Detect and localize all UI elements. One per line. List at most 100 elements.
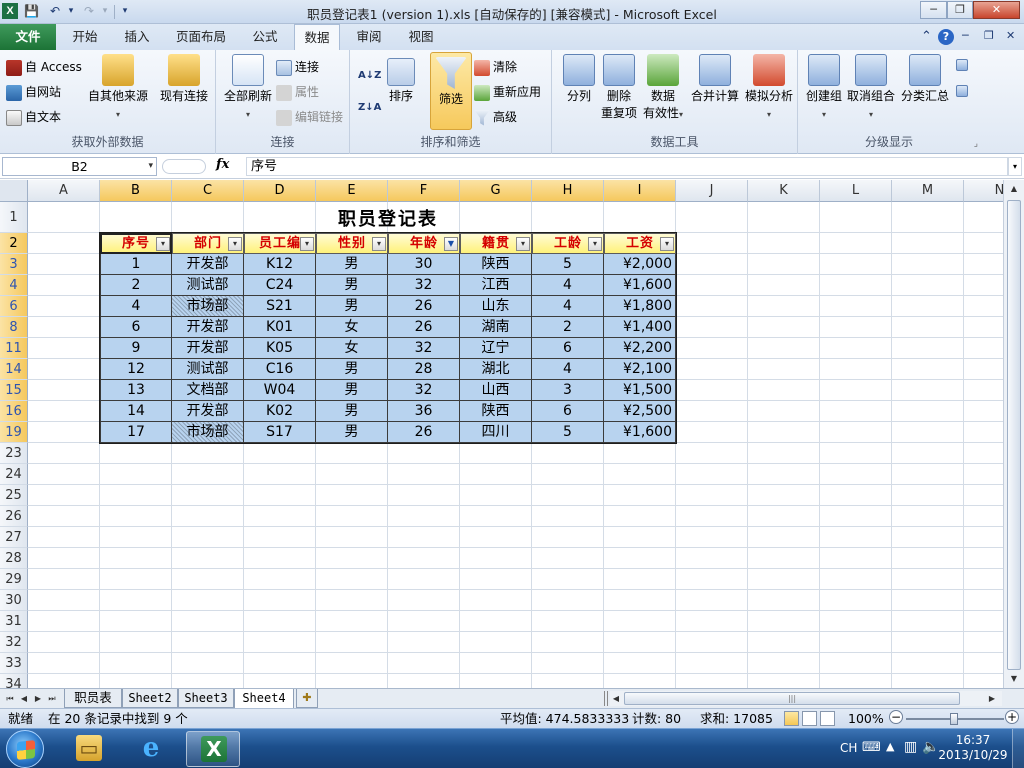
table-cell-age[interactable]: 36 — [388, 401, 460, 422]
vertical-scroll-thumb[interactable] — [1007, 200, 1021, 670]
table-cell-salary[interactable]: ¥2,100 — [604, 359, 676, 380]
filter-dropdown-icon[interactable]: ▾ — [660, 237, 674, 251]
tab-page-layout[interactable]: 页面布局 — [168, 24, 234, 50]
page-layout-view-icon[interactable] — [802, 711, 817, 726]
row-header-29[interactable]: 29 — [0, 569, 28, 590]
table-cell-seniority[interactable]: 4 — [532, 359, 604, 380]
scroll-down-icon[interactable]: ▼ — [1007, 672, 1021, 686]
table-cell-emp-id[interactable]: S21 — [244, 296, 316, 317]
zoom-out-icon[interactable]: − — [889, 710, 903, 724]
scroll-up-icon[interactable]: ▲ — [1007, 182, 1021, 196]
normal-view-icon[interactable] — [784, 711, 799, 726]
row-header-8[interactable]: 8 — [0, 317, 28, 338]
remove-duplicates-button[interactable]: 删除 重复项 — [598, 54, 640, 122]
row-header-26[interactable]: 26 — [0, 506, 28, 527]
column-header-g[interactable]: G — [460, 180, 532, 202]
table-cell-seniority[interactable]: 4 — [532, 296, 604, 317]
column-header-i[interactable]: I — [604, 180, 676, 202]
sort-ascending-button[interactable]: A↓Z — [358, 66, 381, 86]
row-header-33[interactable]: 33 — [0, 653, 28, 674]
table-cell-gender[interactable]: 男 — [316, 359, 388, 380]
connections-button[interactable]: 连接 — [276, 57, 319, 77]
column-header-j[interactable]: J — [676, 180, 748, 202]
row-header-27[interactable]: 27 — [0, 527, 28, 548]
header-cell-seq[interactable]: 序号 ▾ — [100, 233, 172, 254]
header-cell-dept[interactable]: 部门 ▾ — [172, 233, 244, 254]
table-cell-hometown[interactable]: 江西 — [460, 275, 532, 296]
header-cell-salary[interactable]: 工资 ▾ — [604, 233, 676, 254]
tab-insert[interactable]: 插入 — [114, 24, 160, 50]
vertical-scrollbar[interactable]: ▲ ▼ — [1003, 180, 1024, 688]
sort-descending-button[interactable]: Z↓A — [358, 98, 381, 118]
table-cell-seq[interactable]: 9 — [100, 338, 172, 359]
sheet-tab-sheet4[interactable]: Sheet4 — [234, 689, 294, 709]
table-cell-emp-id[interactable]: S17 — [244, 422, 316, 443]
table-cell-gender[interactable]: 男 — [316, 401, 388, 422]
scroll-left-icon[interactable]: ◀ — [610, 691, 622, 706]
refresh-all-button[interactable]: 全部刷新 ▾ — [222, 54, 274, 123]
row-header-2[interactable]: 2 — [0, 233, 28, 254]
table-cell-gender[interactable]: 男 — [316, 296, 388, 317]
table-cell-hometown[interactable]: 山西 — [460, 380, 532, 401]
tab-home[interactable]: 开始 — [62, 24, 108, 50]
header-cell-age[interactable]: 年龄 ▼ — [388, 233, 460, 254]
row-header-30[interactable]: 30 — [0, 590, 28, 611]
table-cell-gender[interactable]: 男 — [316, 254, 388, 275]
tab-file[interactable]: 文件 — [0, 24, 56, 50]
table-cell-emp-id[interactable]: K02 — [244, 401, 316, 422]
zoom-slider-knob[interactable] — [950, 713, 958, 725]
existing-connections-button[interactable]: 现有连接 — [158, 54, 210, 105]
network-icon[interactable]: ▥ — [904, 739, 917, 755]
ribbon-collapse-icon[interactable]: ⌃ — [921, 29, 932, 44]
table-cell-hometown[interactable]: 湖北 — [460, 359, 532, 380]
show-desktop-button[interactable] — [1012, 729, 1024, 768]
table-cell-hometown[interactable]: 辽宁 — [460, 338, 532, 359]
restore-button[interactable]: ❐ — [947, 1, 973, 19]
hide-detail-icon[interactable] — [956, 80, 971, 100]
from-web-button[interactable]: 自网站 — [6, 82, 61, 102]
column-header-h[interactable]: H — [532, 180, 604, 202]
table-cell-hometown[interactable]: 陕西 — [460, 254, 532, 275]
from-text-button[interactable]: 自文本 — [6, 107, 61, 127]
prev-sheet-icon[interactable]: ◀ — [18, 691, 30, 707]
table-cell-seniority[interactable]: 2 — [532, 317, 604, 338]
row-header-16[interactable]: 16 — [0, 401, 28, 422]
column-header-e[interactable]: E — [316, 180, 388, 202]
zoom-level[interactable]: 100% — [848, 709, 884, 728]
row-header-14[interactable]: 14 — [0, 359, 28, 380]
table-cell-gender[interactable]: 男 — [316, 422, 388, 443]
column-header-c[interactable]: C — [172, 180, 244, 202]
column-header-a[interactable]: A — [28, 180, 100, 202]
tab-review[interactable]: 审阅 — [346, 24, 392, 50]
row-header-11[interactable]: 11 — [0, 338, 28, 359]
edit-links-button[interactable]: 编辑链接 — [276, 107, 343, 127]
table-cell-age[interactable]: 30 — [388, 254, 460, 275]
select-all-corner[interactable] — [0, 180, 28, 202]
table-cell-emp-id[interactable]: C16 — [244, 359, 316, 380]
table-cell-seniority[interactable]: 4 — [532, 275, 604, 296]
table-cell-age[interactable]: 28 — [388, 359, 460, 380]
keyboard-icon[interactable]: ⌨ — [862, 740, 881, 755]
table-cell-dept[interactable]: 文档部 — [172, 380, 244, 401]
from-access-button[interactable]: 自 Access — [6, 57, 82, 77]
column-header-k[interactable]: K — [748, 180, 820, 202]
table-cell-salary[interactable]: ¥2,000 — [604, 254, 676, 275]
table-cell-dept[interactable]: 开发部 — [172, 254, 244, 275]
header-cell-seniority[interactable]: 工龄 ▾ — [532, 233, 604, 254]
last-sheet-icon[interactable]: ⏭ — [46, 691, 58, 707]
next-sheet-icon[interactable]: ▶ — [32, 691, 44, 707]
minimize-button[interactable]: ─ — [920, 1, 947, 19]
table-cell-seniority[interactable]: 3 — [532, 380, 604, 401]
row-header-25[interactable]: 25 — [0, 485, 28, 506]
column-header-b[interactable]: B — [100, 180, 172, 202]
filter-dropdown-icon[interactable]: ▾ — [228, 237, 242, 251]
expand-formula-bar-icon[interactable]: ▾ — [1008, 157, 1022, 176]
table-cell-seniority[interactable]: 5 — [532, 254, 604, 275]
start-button[interactable] — [6, 730, 44, 768]
text-to-columns-button[interactable]: 分列 — [558, 54, 600, 105]
subtotal-button[interactable]: 分类汇总 — [898, 54, 952, 105]
header-cell-hometown[interactable]: 籍贯 ▾ — [460, 233, 532, 254]
table-cell-emp-id[interactable]: K05 — [244, 338, 316, 359]
filter-dropdown-icon[interactable]: ▾ — [372, 237, 386, 251]
scroll-right-icon[interactable]: ▶ — [986, 691, 998, 706]
